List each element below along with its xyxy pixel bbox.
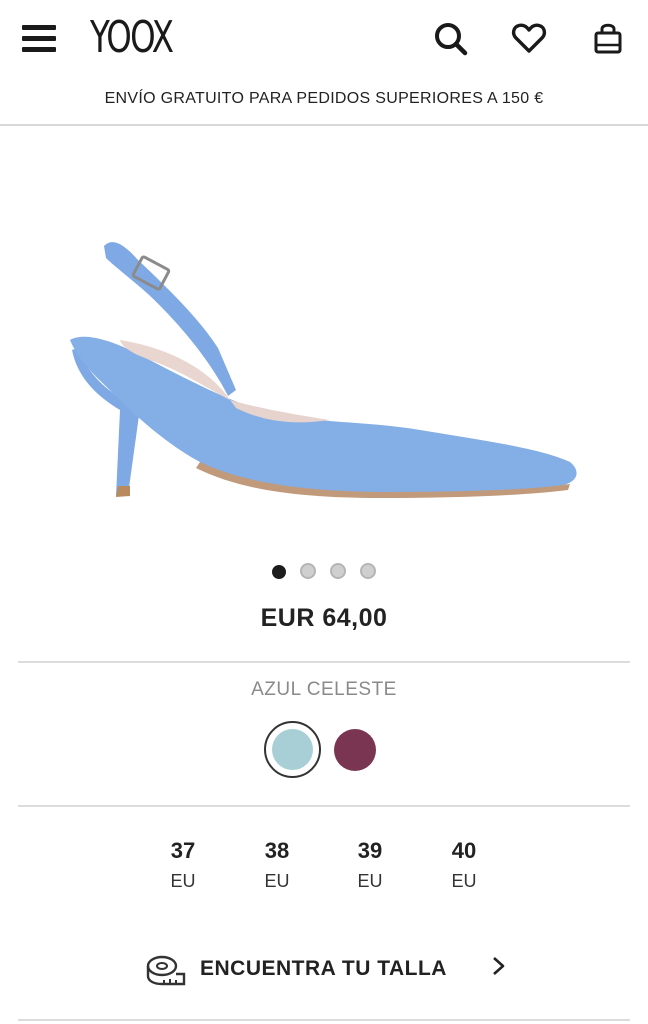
size-option-37[interactable]: 37 EU (153, 836, 213, 894)
product-image[interactable] (60, 230, 590, 510)
color-swatch-burgundy[interactable] (334, 729, 376, 771)
heart-icon[interactable] (511, 20, 547, 56)
swatch-fill (272, 729, 313, 770)
size-unit: EU (451, 871, 477, 891)
size-number: 37 (170, 838, 196, 863)
size-unit: EU (170, 871, 196, 891)
header: YOOX (0, 0, 648, 80)
header-divider (0, 124, 648, 126)
divider (18, 1019, 630, 1021)
carousel-dot[interactable] (272, 565, 286, 579)
size-number: 39 (357, 838, 383, 863)
selected-color-name: AZUL CELESTE (251, 679, 397, 700)
free-shipping-banner: ENVÍO GRATUITO PARA PEDIDOS SUPERIORES A… (104, 90, 544, 107)
size-unit: EU (357, 871, 383, 891)
carousel-dot[interactable] (300, 563, 316, 579)
size-option-40[interactable]: 40 EU (434, 836, 494, 894)
search-icon[interactable] (432, 20, 468, 56)
find-size-label: ENCUENTRA TU TALLA (200, 957, 447, 980)
divider (18, 661, 630, 663)
color-swatch-azul-celeste[interactable] (264, 721, 321, 778)
size-unit: EU (264, 871, 290, 891)
size-number: 40 (451, 838, 477, 863)
carousel-dot[interactable] (330, 563, 346, 579)
shopping-bag-icon[interactable] (590, 20, 626, 56)
measuring-tape-icon (146, 952, 186, 988)
image-carousel-indicator (0, 563, 648, 579)
menu-icon[interactable] (22, 22, 58, 56)
size-option-39[interactable]: 39 EU (340, 836, 400, 894)
divider (18, 805, 630, 807)
product-price: EUR 64,00 (260, 604, 388, 632)
size-option-38[interactable]: 38 EU (247, 836, 307, 894)
logo[interactable]: YOOX (90, 12, 174, 64)
find-your-size-link[interactable]: ENCUENTRA TU TALLA (140, 948, 520, 992)
carousel-dot[interactable] (360, 563, 376, 579)
chevron-right-icon (488, 952, 510, 982)
size-number: 38 (264, 838, 290, 863)
